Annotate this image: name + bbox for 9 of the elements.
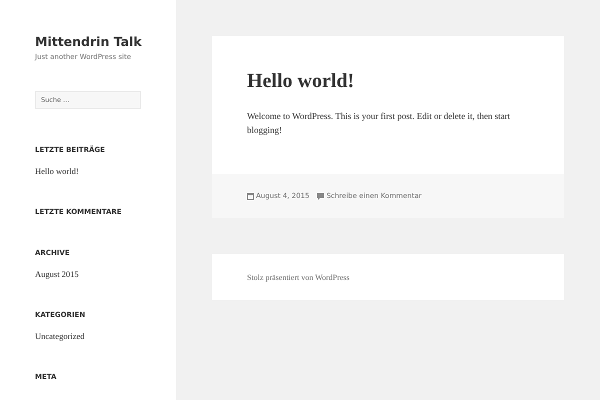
post-title[interactable]: Hello world! [247,69,529,93]
speech-bubble-icon [317,192,324,200]
post-body: Welcome to WordPress. This is your first post. Edit or delete it, then start blogging! [247,110,512,137]
widget-link[interactable]: Uncategorized [35,331,176,341]
footer-credit-link[interactable]: Stolz präsentiert von WordPress [247,272,350,282]
widget-link[interactable]: Hello world! [35,166,176,176]
calendar-icon [247,192,254,200]
site-title[interactable]: Mittendrin Talk [35,34,176,50]
widget-link[interactable]: August 2015 [35,269,176,279]
